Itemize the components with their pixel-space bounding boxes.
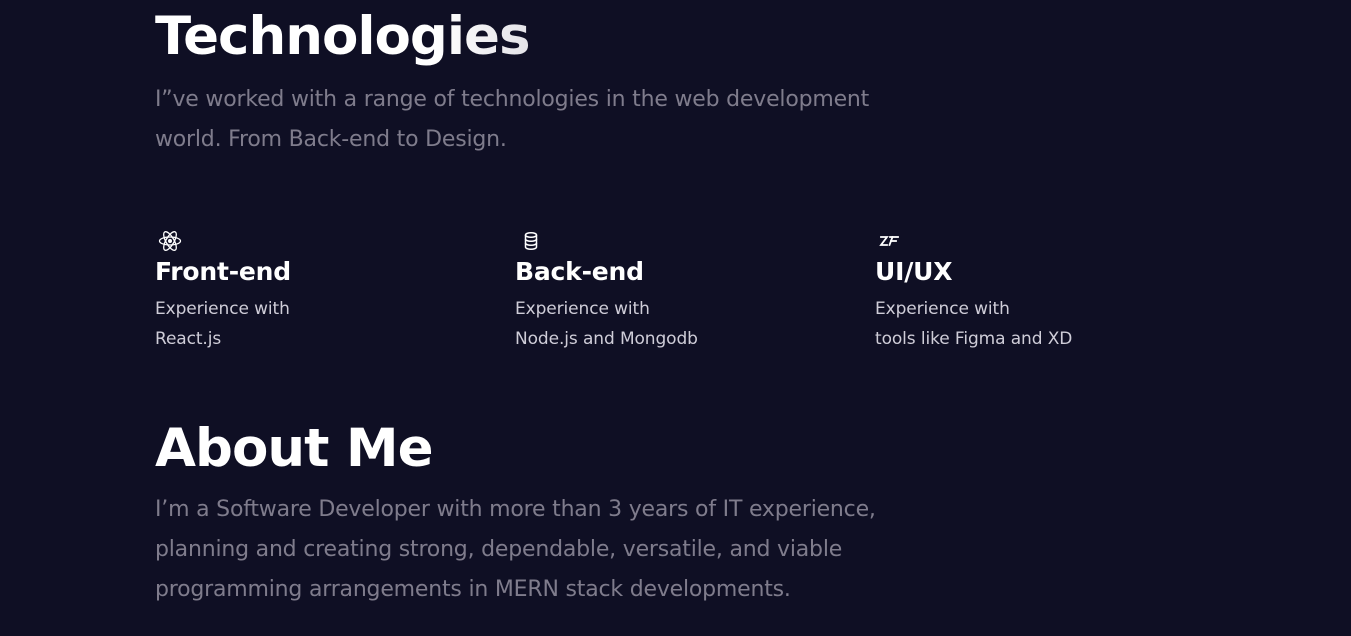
backend-card: Back-end Experience with Node.js and Mon… xyxy=(515,228,835,354)
technologies-heading: Technologies xyxy=(155,1,1155,73)
uiux-card: UI/UX Experience with tools like Figma a… xyxy=(875,228,1195,354)
zeplin-icon xyxy=(879,235,899,247)
about-heading: About Me xyxy=(155,413,1155,485)
react-icon xyxy=(158,231,182,251)
uiux-line-2: tools like Figma and XD xyxy=(875,329,1073,349)
technologies-description: I”ve worked with a range of technologies… xyxy=(155,87,870,152)
frontend-description: Experience with React.js xyxy=(155,294,475,354)
about-section: About Me I’m a Software Developer with m… xyxy=(155,413,1155,610)
frontend-line-1: Experience with xyxy=(155,299,290,319)
database-icon xyxy=(524,231,538,251)
technology-cards: Front-end Experience with React.js Back-… xyxy=(155,228,1155,358)
backend-line-1: Experience with xyxy=(515,299,650,319)
backend-line-2: Node.js and Mongodb xyxy=(515,329,698,349)
about-description: I’m a Software Developer with more than … xyxy=(155,497,876,602)
backend-title: Back-end xyxy=(515,257,644,286)
backend-description: Experience with Node.js and Mongodb xyxy=(515,294,835,354)
uiux-title: UI/UX xyxy=(875,257,953,286)
frontend-card: Front-end Experience with React.js xyxy=(155,228,475,354)
technologies-section: Technologies I”ve worked with a range of… xyxy=(155,0,1155,160)
uiux-description: Experience with tools like Figma and XD xyxy=(875,294,1195,354)
page: Technologies I”ve worked with a range of… xyxy=(0,0,1351,636)
frontend-title: Front-end xyxy=(155,257,291,286)
frontend-line-2: React.js xyxy=(155,329,222,349)
uiux-line-1: Experience with xyxy=(875,299,1010,319)
